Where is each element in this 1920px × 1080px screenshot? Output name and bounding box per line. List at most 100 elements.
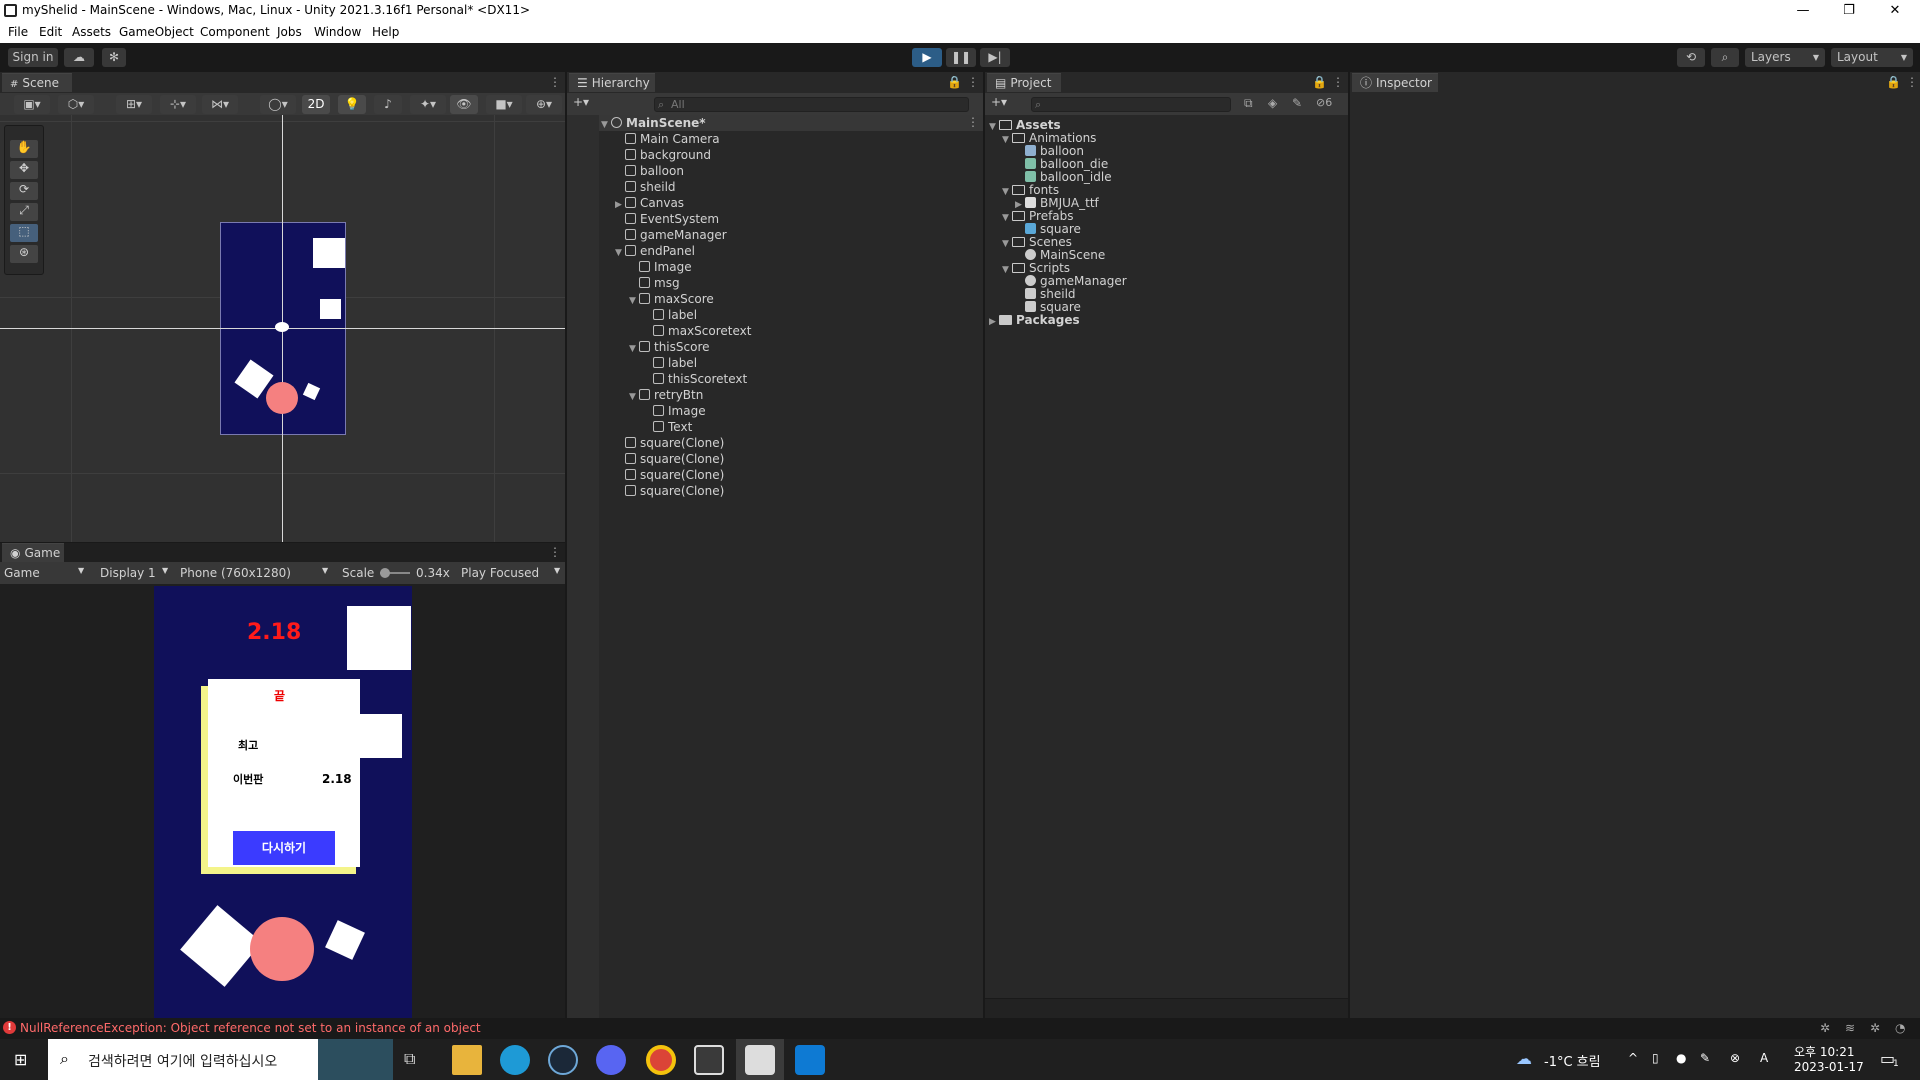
foldout-arrow-icon[interactable]: ▼ xyxy=(989,119,999,135)
menu-help[interactable]: Help xyxy=(372,25,399,39)
debug-icon[interactable]: ✲ xyxy=(1820,1021,1830,1035)
search-by-type-icon[interactable]: ⧉ xyxy=(1244,96,1253,111)
gizmos-icon[interactable]: ⊕▾ xyxy=(526,95,562,114)
move-snap-icon[interactable]: ⊞▾ xyxy=(116,95,152,114)
step-button[interactable]: ▶| xyxy=(980,48,1010,67)
panel-menu-icon[interactable]: ⋮ xyxy=(549,545,561,559)
cloud-icon[interactable]: ☁ xyxy=(64,48,94,67)
hierarchy-item[interactable]: maxScoretext xyxy=(643,323,751,339)
effects-icon[interactable]: ✦▾ xyxy=(410,95,446,114)
clock-date[interactable]: 2023-01-17 xyxy=(1794,1060,1864,1074)
bug-icon[interactable]: ✲ xyxy=(1870,1021,1880,1035)
play-button[interactable]: ▶ xyxy=(912,48,942,67)
panel-menu-icon[interactable]: ⋮ xyxy=(1906,75,1918,89)
shading-icon[interactable]: ⬡▾ xyxy=(58,95,94,114)
edge-icon[interactable] xyxy=(500,1045,530,1075)
hierarchy-item[interactable]: sheild xyxy=(615,179,676,195)
panel-menu-icon[interactable]: ⋮ xyxy=(549,75,561,89)
hierarchy-item[interactable]: label xyxy=(643,355,697,371)
hierarchy-item[interactable]: background xyxy=(615,147,711,163)
hierarchy-item[interactable]: ▼ retryBtn xyxy=(629,387,703,403)
scale-slider[interactable] xyxy=(380,568,410,578)
menu-window[interactable]: Window xyxy=(314,25,361,39)
status-bar[interactable]: ! NullReferenceException: Object referen… xyxy=(0,1018,1920,1039)
foldout-arrow-icon[interactable]: ▼ xyxy=(1002,132,1012,148)
app-tray-icon[interactable]: ● xyxy=(1676,1051,1686,1065)
pause-button[interactable]: ❚❚ xyxy=(946,48,976,67)
project-search-input[interactable]: ⌕ xyxy=(1031,97,1231,112)
layout-dropdown[interactable]: Layout ▼ xyxy=(1831,48,1913,67)
layers-dropdown[interactable]: Layers ▼ xyxy=(1745,48,1825,67)
hand-tool-icon[interactable]: ✋ xyxy=(10,140,38,158)
device-icon[interactable]: ▯ xyxy=(1652,1051,1659,1065)
stack-icon[interactable]: ≋ xyxy=(1845,1021,1855,1035)
panel-menu-icon[interactable]: ⋮ xyxy=(1332,75,1344,89)
menu-jobs[interactable]: Jobs xyxy=(277,25,302,39)
scene-viewport[interactable]: ✋ ✥ ⟳ ⤢ ⬚ ⊛ xyxy=(0,115,565,542)
foldout-arrow-icon[interactable]: ▶ xyxy=(989,314,999,330)
hierarchy-item[interactable]: label xyxy=(643,307,697,323)
grid-snap-icon[interactable]: ⊹▾ xyxy=(160,95,196,114)
tab-hierarchy[interactable]: ☰ Hierarchy xyxy=(569,73,655,92)
hierarchy-item[interactable]: ▼ thisScore xyxy=(629,339,710,355)
display-dropdown[interactable]: Display 1 ▼ xyxy=(100,566,172,580)
tab-scene[interactable]: # Scene xyxy=(2,73,72,92)
scale-tool-icon[interactable]: ⤢ xyxy=(10,203,38,221)
mode-2d-button[interactable]: 2D xyxy=(302,95,330,114)
add-button[interactable]: +▾ xyxy=(573,95,589,109)
foldout-arrow-icon[interactable]: ▼ xyxy=(629,341,639,357)
lock-icon[interactable]: 🔒 xyxy=(947,75,962,89)
search-by-label-icon[interactable]: ◈ xyxy=(1268,96,1277,110)
close-button[interactable]: ✕ xyxy=(1872,0,1918,22)
foldout-arrow-icon[interactable]: ▼ xyxy=(615,245,625,261)
menu-edit[interactable]: Edit xyxy=(39,25,62,39)
foldout-arrow-icon[interactable]: ▼ xyxy=(601,117,611,133)
menu-assets[interactable]: Assets xyxy=(72,25,111,39)
scale-slider-handle[interactable] xyxy=(380,568,390,578)
hierarchy-item[interactable]: gameManager xyxy=(615,227,727,243)
lock-icon[interactable]: 🔒 xyxy=(1886,75,1901,89)
resolution-dropdown[interactable]: Phone (760x1280) ▼ xyxy=(180,566,332,580)
tab-inspector[interactable]: ⓘ Inspector xyxy=(1352,73,1438,92)
panel-menu-icon[interactable]: ⋮ xyxy=(967,75,979,89)
console-error-message[interactable]: NullReferenceException: Object reference… xyxy=(20,1021,481,1035)
hierarchy-search-input[interactable]: ⌕ All xyxy=(654,97,969,112)
hierarchy-item[interactable]: balloon xyxy=(615,163,684,179)
retry-button[interactable]: 다시하기 xyxy=(233,831,335,865)
sign-in-button[interactable]: Sign in xyxy=(8,48,58,67)
game-screen[interactable]: 2.18 끝 최고 이번판 2.18 다시하기 xyxy=(154,586,412,1018)
lighting-icon[interactable]: 💡 xyxy=(338,95,366,114)
render-mode-icon[interactable]: ◯▾ xyxy=(260,95,296,114)
hierarchy-item[interactable]: Image xyxy=(629,259,692,275)
foldout-arrow-icon[interactable]: ▼ xyxy=(629,293,639,309)
pen-icon[interactable]: ✎ xyxy=(1700,1051,1710,1065)
scene-menu-icon[interactable]: ⋮ xyxy=(967,115,979,129)
visibility-icon[interactable]: 👁 xyxy=(450,95,478,114)
lock-icon[interactable]: 🔒 xyxy=(1312,75,1327,89)
camera-icon[interactable]: ■▾ xyxy=(486,95,522,114)
history-icon[interactable]: ⟲ xyxy=(1677,48,1705,67)
hierarchy-item[interactable]: ▶ Canvas xyxy=(615,195,684,211)
menu-gameobject[interactable]: GameObject xyxy=(119,25,194,39)
unity-editor-icon[interactable] xyxy=(745,1045,775,1075)
unity-hub-icon[interactable] xyxy=(694,1045,724,1075)
foldout-arrow-icon[interactable]: ▼ xyxy=(1002,262,1012,278)
foldout-arrow-icon[interactable]: ▼ xyxy=(629,389,639,405)
foldout-arrow-icon[interactable]: ▼ xyxy=(1002,210,1012,226)
favorite-icon[interactable]: ✎ xyxy=(1292,96,1302,110)
hierarchy-item[interactable]: msg xyxy=(629,275,680,291)
discord-icon[interactable] xyxy=(596,1045,626,1075)
windows-start-icon[interactable]: ⊞ xyxy=(14,1051,32,1069)
foldout-arrow-icon[interactable]: ▼ xyxy=(1002,236,1012,252)
hierarchy-item[interactable]: Main Camera xyxy=(615,131,720,147)
restore-button[interactable]: ❐ xyxy=(1826,0,1872,22)
rect-tool-icon[interactable]: ⬚ xyxy=(10,224,38,242)
audio-icon[interactable]: ♪ xyxy=(374,95,402,114)
steam-icon[interactable] xyxy=(548,1045,578,1075)
vscode-icon[interactable] xyxy=(795,1045,825,1075)
network-icon[interactable]: ⊗ xyxy=(1730,1051,1740,1065)
project-folder[interactable]: ▶ Packages xyxy=(989,312,1080,328)
play-mode-dropdown[interactable]: Play Focused ▼ xyxy=(461,566,561,580)
hidden-packages-toggle[interactable]: ⊘6 xyxy=(1316,96,1332,109)
hierarchy-scene-row[interactable]: ▼ MainScene* xyxy=(601,115,706,131)
